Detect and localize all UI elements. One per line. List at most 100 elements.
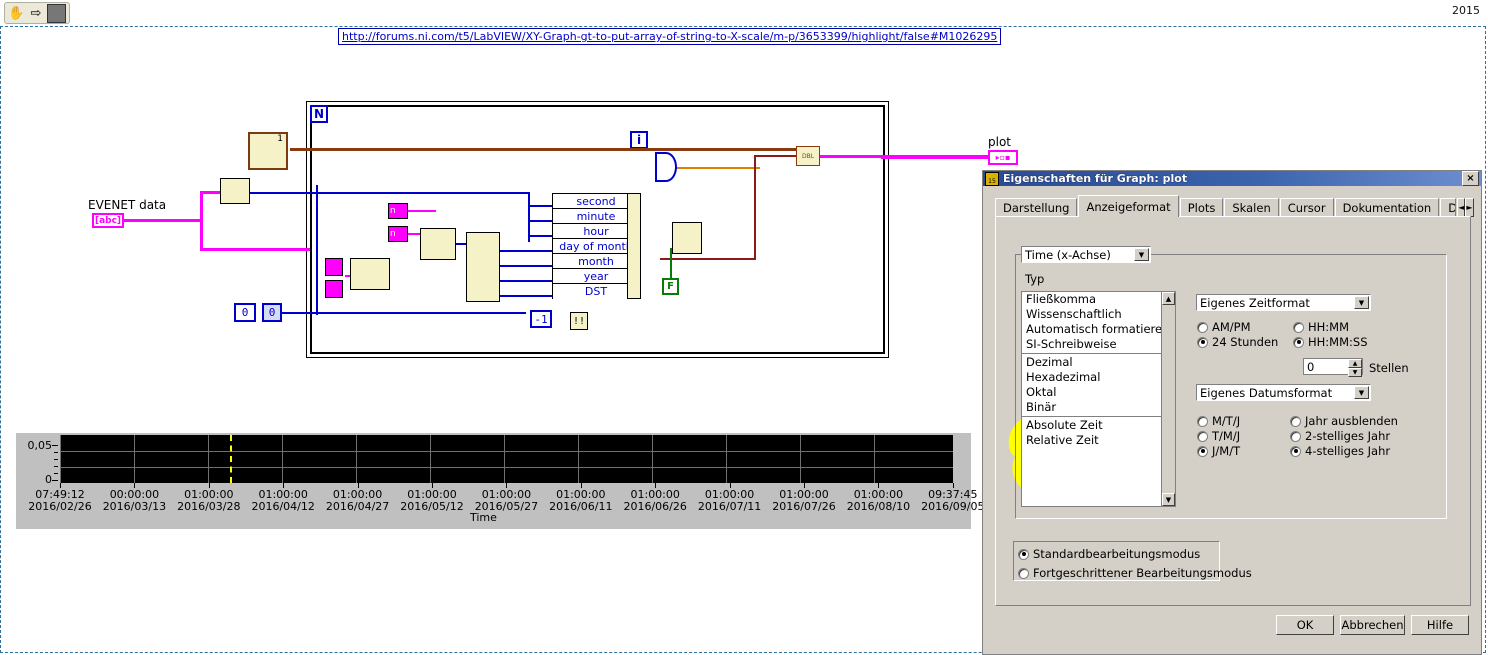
spinner-up-icon[interactable]: ▲ <box>1348 359 1362 368</box>
format-type-listbox[interactable]: Fließkomma Wissenschaftlich Automatisch … <box>1021 291 1176 507</box>
connector-pane-icon[interactable] <box>47 4 66 23</box>
gridline-v <box>652 435 653 483</box>
radio-label: J/M/T <box>1212 444 1240 458</box>
list-separator <box>1022 353 1175 354</box>
typ-group-label: Typ <box>1022 272 1047 286</box>
digits-spinner[interactable]: 0 ▲ ▼ <box>1303 358 1363 375</box>
wire-blue-1 <box>248 192 528 194</box>
tab-daten[interactable]: Daten <box>1440 198 1456 217</box>
list-item-si-schreibweise[interactable]: SI-Schreibweise <box>1022 337 1175 352</box>
cancel-button[interactable]: Abbrechen <box>1340 615 1405 635</box>
tab-scroll-left-icon[interactable]: ◄ <box>1457 198 1465 217</box>
radio-24-stunden[interactable]: 24 Stunden <box>1197 335 1278 349</box>
divide-node[interactable] <box>655 152 677 182</box>
wire-dkred-1 <box>754 155 756 260</box>
list-item-wissenschaftlich[interactable]: Wissenschaftlich <box>1022 307 1175 322</box>
scroll-up-icon[interactable]: ▲ <box>1162 292 1175 305</box>
radio-label: AM/PM <box>1212 320 1251 334</box>
plot-terminal[interactable]: ▸▫▪ <box>988 150 1018 165</box>
false-constant[interactable]: F <box>662 278 679 295</box>
dialog-tab-strip[interactable]: Darstellung Anzeigeformat Plots Skalen C… <box>995 195 1471 217</box>
chevron-down-icon[interactable]: ▼ <box>1134 248 1149 261</box>
x-tick-date: 2016/07/26 <box>772 500 835 513</box>
help-button[interactable]: Hilfe <box>1411 615 1469 635</box>
build-array-node[interactable] <box>420 228 456 260</box>
plot-area[interactable] <box>60 435 953 483</box>
coercion-const-3[interactable] <box>325 258 343 276</box>
scroll-down-icon[interactable]: ▼ <box>1162 493 1175 506</box>
radio-hhmmss[interactable]: HH:MM:SS <box>1293 335 1368 349</box>
tab-anzeigeformat[interactable]: Anzeigeformat <box>1078 195 1178 217</box>
loop-count-terminal[interactable]: N <box>310 105 328 123</box>
list-item-binaer[interactable]: Binär <box>1022 400 1175 415</box>
coercion-const-2[interactable]: n <box>388 226 408 242</box>
radio-fortgeschrittener-bearbeitungsmodus[interactable]: Fortgeschrittener Bearbeitungsmodus <box>1018 566 1252 580</box>
wire-blue-5 <box>282 312 318 314</box>
gridline-v <box>60 435 61 483</box>
list-item-dezimal[interactable]: Dezimal <box>1022 355 1175 370</box>
tab-dokumentation[interactable]: Dokumentation <box>1335 198 1440 217</box>
ok-button[interactable]: OK <box>1276 615 1334 635</box>
x-tick-label: 07:49:122016/02/26 <box>24 489 96 513</box>
date-format-combo[interactable]: Eigenes Datumsformat ▼ <box>1196 384 1371 401</box>
conversion-node[interactable] <box>672 222 702 254</box>
x-tick-date: 2016/06/26 <box>623 500 686 513</box>
array-to-cluster-node[interactable] <box>220 178 250 204</box>
time-constant-node[interactable]: 1 <box>248 132 288 170</box>
tab-scroll-right-icon[interactable]: ► <box>1465 198 1473 217</box>
gridline-v <box>504 435 505 483</box>
numeric-constant-zero[interactable]: 0 <box>234 303 256 322</box>
radio-jahr-ausblenden[interactable]: Jahr ausblenden <box>1290 414 1398 428</box>
radio-mtj[interactable]: M/T/J <box>1197 414 1240 428</box>
radio-tmj[interactable]: T/M/J <box>1197 429 1240 443</box>
dialog-title-bar[interactable]: 15 Eigenschaften für Graph: plot × <box>983 171 1481 186</box>
cursor-line[interactable] <box>230 435 232 483</box>
radio-dot <box>1290 416 1301 427</box>
minus-one-constant[interactable]: -1 <box>530 310 552 328</box>
radio-ampm[interactable]: AM/PM <box>1197 320 1251 334</box>
hand-tool-icon[interactable]: ✋ <box>8 5 25 22</box>
list-item-absolute-zeit[interactable]: Absolute Zeit <box>1022 418 1107 432</box>
radio-jmt[interactable]: J/M/T <box>1197 444 1240 458</box>
tab-darstellung[interactable]: Darstellung <box>995 198 1077 217</box>
list-item-hexadezimal[interactable]: Hexadezimal <box>1022 370 1175 385</box>
numeric-indicator-zero[interactable]: 0 <box>262 303 282 322</box>
to-dbl-node[interactable]: DBL <box>796 146 820 166</box>
radio-2-stelliges-jahr[interactable]: 2-stelliges Jahr <box>1290 429 1390 443</box>
listbox-scrollbar[interactable]: ▲ ▼ <box>1161 292 1175 506</box>
close-icon[interactable]: × <box>1462 171 1479 186</box>
radio-dot <box>1018 549 1029 560</box>
time-format-combo[interactable]: Eigenes Zeitformat ▼ <box>1196 294 1371 311</box>
unbundle-node[interactable] <box>466 232 500 302</box>
chevron-down-icon[interactable]: ▼ <box>1354 296 1369 309</box>
gridline-v <box>800 435 801 483</box>
tab-cursor[interactable]: Cursor <box>1280 198 1334 217</box>
iteration-terminal[interactable]: i <box>630 131 648 149</box>
coercion-const-1[interactable]: n <box>388 203 408 219</box>
forum-url-link[interactable]: http://forums.ni.com/t5/LabVIEW/XY-Graph… <box>338 28 1001 45</box>
format-node[interactable] <box>350 258 390 290</box>
tab-skalen[interactable]: Skalen <box>1224 198 1278 217</box>
list-item-automatisch-formatieren[interactable]: Automatisch formatieren <box>1022 322 1175 337</box>
axis-select-combo[interactable]: Time (x-Achse) ▼ <box>1021 246 1151 263</box>
chevron-down-icon[interactable]: ▼ <box>1354 386 1369 399</box>
x-tick-label: 01:00:002016/03/28 <box>173 489 245 513</box>
x-tick-label: 01:00:002016/04/27 <box>322 489 394 513</box>
stellen-label: Stellen <box>1369 361 1409 375</box>
radio-dot <box>1197 416 1208 427</box>
diagram-toolbar[interactable]: ✋ ⇨ <box>4 2 70 24</box>
evenet-data-terminal[interactable]: [abc] <box>92 213 124 228</box>
y-tick <box>52 445 58 446</box>
error-node[interactable]: !! <box>570 312 588 330</box>
spinner-buttons[interactable]: ▲ ▼ <box>1348 359 1362 374</box>
tab-plots[interactable]: Plots <box>1180 198 1224 217</box>
arrow-right-icon[interactable]: ⇨ <box>28 5 45 22</box>
list-item-relative-zeit[interactable]: Relative Zeit <box>1022 433 1175 448</box>
list-item-fliesskomma[interactable]: Fließkomma <box>1022 292 1175 307</box>
radio-standardbearbeitungsmodus[interactable]: Standardbearbeitungsmodus <box>1018 547 1200 561</box>
coercion-const-4[interactable] <box>325 280 343 298</box>
spinner-down-icon[interactable]: ▼ <box>1348 368 1362 377</box>
radio-4-stelliges-jahr[interactable]: 4-stelliges Jahr <box>1290 444 1390 458</box>
radio-hhmm[interactable]: HH:MM <box>1293 320 1349 334</box>
list-item-oktal[interactable]: Oktal <box>1022 385 1175 400</box>
